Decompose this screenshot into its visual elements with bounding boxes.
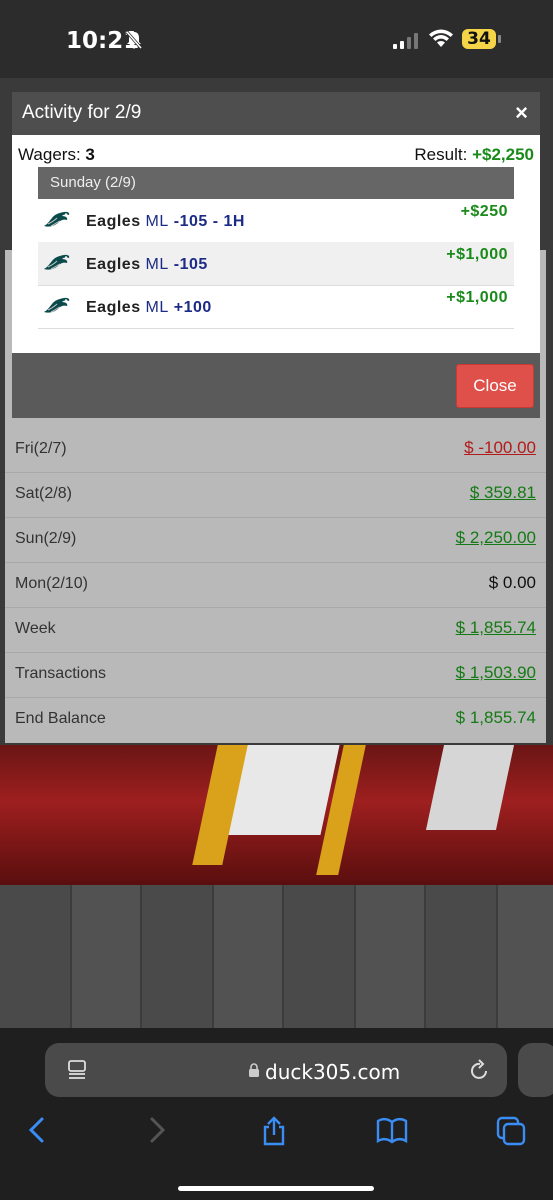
wager-row[interactable]: Eagles ML +100 +$1,000 (38, 285, 514, 329)
url-text: duck305.com (265, 1060, 401, 1084)
wager-description: Eagles ML -105 - 1H (86, 213, 245, 231)
row-value-link[interactable]: $ 1,503.90 (456, 663, 536, 683)
wifi-icon (429, 29, 453, 47)
table-row: Mon(2/10) $ 0.00 (5, 563, 546, 608)
day-header: Sunday (2/9) (38, 167, 514, 199)
bookmarks-icon[interactable] (376, 1116, 408, 1144)
tab-preview[interactable] (518, 1043, 553, 1097)
row-value: $ 1,855.74 (455, 708, 536, 727)
table-row: Week $ 1,855.74 (5, 608, 546, 653)
eagles-logo-icon (44, 211, 70, 227)
wager-odds: -105 (173, 256, 208, 273)
reload-icon[interactable] (469, 1058, 491, 1082)
eagles-logo-icon (44, 254, 70, 270)
lock-icon (249, 1063, 259, 1077)
wager-description: Eagles ML +100 (86, 299, 212, 317)
wagers-label: Wagers: (18, 145, 81, 164)
wager-amount: +$250 (460, 203, 508, 220)
close-icon[interactable]: × (515, 100, 528, 126)
wager-type: ML (145, 256, 169, 273)
bell-slash-icon (125, 31, 143, 49)
wager-row[interactable]: Eagles ML -105 - 1H +$250 (38, 199, 514, 243)
wager-row[interactable]: Eagles ML -105 +$1,000 (38, 242, 514, 286)
wager-type: ML (145, 213, 169, 230)
row-value-link[interactable]: $ 2,250.00 (456, 528, 536, 548)
modal-header: Activity for 2/9 × (12, 92, 540, 135)
battery-icon: 34 (462, 29, 496, 49)
status-bar: 10:21 34 (0, 0, 553, 78)
wagers-value: 3 (85, 145, 95, 164)
signal-icon (393, 33, 418, 49)
share-icon[interactable] (260, 1116, 288, 1146)
row-label: End Balance (15, 710, 106, 727)
tabs-icon[interactable] (496, 1116, 526, 1146)
row-label: Week (15, 620, 56, 637)
wager-team: Eagles (86, 256, 141, 273)
wager-type: ML (145, 299, 169, 316)
wagers-count: Wagers: 3 (18, 145, 95, 165)
row-label: Sun(2/9) (15, 530, 77, 547)
result-summary: Result: +$2,250 (414, 145, 534, 165)
wager-amount: +$1,000 (446, 289, 508, 306)
row-label: Fri(2/7) (15, 440, 67, 457)
result-label: Result: (414, 145, 468, 164)
wager-odds: -105 - 1H (173, 213, 245, 230)
modal-body: Wagers: 3 Result: +$2,250 Sunday (2/9) E… (12, 135, 540, 353)
wager-odds: +100 (173, 299, 212, 316)
day-header-label: Sunday (2/9) (50, 174, 136, 191)
wager-team: Eagles (86, 213, 141, 230)
row-label: Mon(2/10) (15, 575, 88, 592)
browser-toolbar: duck305.com (0, 1028, 553, 1200)
wager-description: Eagles ML -105 (86, 256, 208, 274)
row-value-link[interactable]: $ -100.00 (464, 438, 536, 458)
forward-icon[interactable] (146, 1116, 168, 1144)
eagles-logo-icon (44, 297, 70, 313)
row-label: Sat(2/8) (15, 485, 72, 502)
result-value: +$2,250 (472, 145, 534, 164)
wager-team: Eagles (86, 299, 141, 316)
row-value-link[interactable]: $ 359.81 (470, 483, 536, 503)
modal-title: Activity for 2/9 (22, 102, 142, 123)
table-row: Fri(2/7) $ -100.00 (5, 428, 546, 473)
reader-icon[interactable] (67, 1059, 87, 1081)
table-row: Sun(2/9) $ 2,250.00 (5, 518, 546, 563)
back-icon[interactable] (26, 1116, 48, 1144)
wager-amount: +$1,000 (446, 246, 508, 263)
row-label: Transactions (15, 665, 106, 682)
row-value: $ 0.00 (488, 573, 536, 592)
home-indicator[interactable] (178, 1186, 374, 1191)
table-row: Sat(2/8) $ 359.81 (5, 473, 546, 518)
battery-tip (498, 35, 501, 43)
row-value-link[interactable]: $ 1,855.74 (456, 618, 536, 638)
close-button[interactable]: Close (456, 364, 534, 408)
table-row: End Balance $ 1,855.74 (5, 698, 546, 742)
table-row: Transactions $ 1,503.90 (5, 653, 546, 698)
address-bar[interactable]: duck305.com (45, 1043, 507, 1097)
